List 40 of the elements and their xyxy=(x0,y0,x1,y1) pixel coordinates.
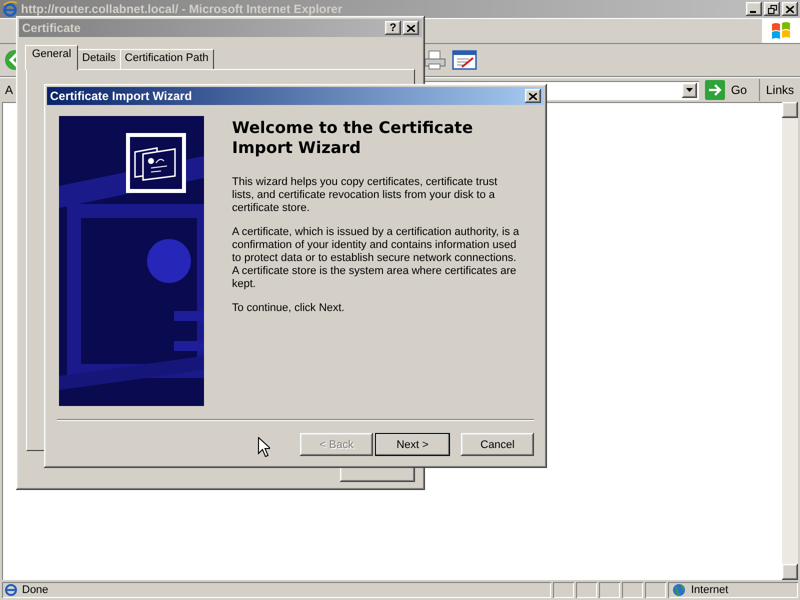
wizard-paragraph: This wizard helps you copy certificates, certificate trust lists, and certificate revocation lists from your disk to a certificate store. xyxy=(232,176,498,215)
links-button[interactable]: Links xyxy=(758,79,798,101)
status-pane xyxy=(576,582,597,598)
globe-icon xyxy=(672,583,686,597)
status-text: Done xyxy=(22,584,48,596)
minimize-button[interactable] xyxy=(746,2,762,16)
status-pane xyxy=(599,582,620,598)
restore-icon xyxy=(768,4,776,14)
wizard-heading: Welcome to the Certificate Import Wizard xyxy=(232,118,474,158)
close-button[interactable] xyxy=(525,89,541,103)
tab[interactable]: General xyxy=(25,45,78,70)
edit-icon[interactable] xyxy=(452,49,478,71)
status-pane xyxy=(622,582,643,598)
next-button[interactable]: Next > xyxy=(375,433,450,456)
close-button[interactable] xyxy=(782,2,798,16)
close-button[interactable] xyxy=(403,21,419,35)
tab[interactable]: Certification Path xyxy=(120,49,214,70)
wizard-title: Certificate Import Wizard xyxy=(50,89,193,103)
security-zone: Internet xyxy=(691,584,728,596)
browser-icon xyxy=(2,1,18,17)
wizard-paragraph: A certificate, which is issued by a certification authority, is a confirmation of your identity and contains information used to protect data or to establish secure network connections. A certificate store is the system area where certificates are kept. xyxy=(232,226,520,291)
mouse-pointer-icon xyxy=(258,437,270,457)
address-label: A xyxy=(5,83,14,97)
restore-button[interactable] xyxy=(764,2,780,16)
status-pane xyxy=(553,582,574,598)
scrollbar[interactable] xyxy=(782,102,798,580)
status-pane xyxy=(645,582,666,598)
close-icon xyxy=(529,92,537,100)
certificate-icon xyxy=(126,133,186,193)
printer-icon[interactable] xyxy=(424,49,446,71)
window-title: http://router.collabnet.local/ - Microsoft Internet Explorer xyxy=(21,2,344,16)
caret-icon xyxy=(686,88,693,92)
wizard-paragraph: To continue, click Next. xyxy=(232,302,346,315)
page-icon xyxy=(4,583,18,597)
cancel-button[interactable]: Cancel xyxy=(461,433,534,456)
dialog-title: Certificate xyxy=(22,21,82,35)
close-icon xyxy=(786,6,794,12)
help-button[interactable]: ? xyxy=(385,21,401,35)
close-icon xyxy=(407,24,415,32)
dropdown-button[interactable] xyxy=(682,82,697,98)
